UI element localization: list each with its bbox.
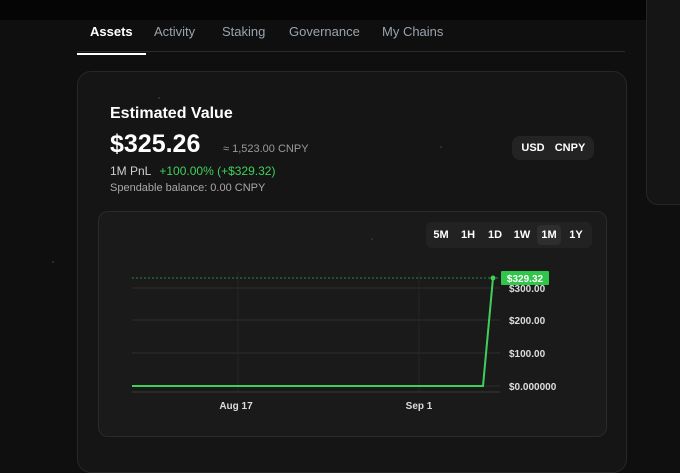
background-speck — [440, 146, 442, 148]
currency-toggle: USD CNPY — [512, 136, 594, 160]
side-panel — [646, 0, 680, 205]
grid — [132, 272, 500, 393]
pnl-label: 1M PnL — [110, 164, 152, 178]
top-bar — [0, 0, 680, 20]
series-line — [132, 277, 494, 387]
pnl-value: +100.00% (+$329.32) — [159, 164, 276, 178]
estimated-value: $325.26 — [110, 130, 201, 158]
card-title: Estimated Value — [110, 105, 233, 122]
tab-governance[interactable]: Governance — [289, 24, 360, 50]
background-speck — [371, 238, 373, 240]
last-value-tag: $329.32 — [501, 271, 549, 285]
x-tick-label: Aug 17 — [219, 401, 253, 412]
last-value-label: $329.32 — [507, 274, 544, 285]
spendable-balance: Spendable balance: 0.00 CNPY — [110, 182, 266, 194]
y-axis: $300.00 $200.00 $100.00 $0.000000 — [509, 284, 557, 393]
x-tick-label: Sep 1 — [406, 401, 433, 412]
background-speck — [158, 97, 160, 99]
y-tick-label: $200.00 — [509, 316, 546, 327]
cnpy-button[interactable]: CNPY — [552, 140, 588, 156]
approx-cnpy: ≈ 1,523.00 CNPY — [223, 143, 309, 155]
series-layer — [132, 275, 496, 387]
value-chart: $300.00 $200.00 $100.00 $0.000000 Aug 17… — [132, 271, 557, 412]
chart-card: 5M 1H 1D 1W 1M 1Y $300.00 $200.00 $100.0… — [98, 211, 607, 437]
tab-bar: Assets Activity Staking Governance My Ch… — [77, 20, 625, 55]
x-axis: Aug 17 Sep 1 — [219, 401, 432, 412]
tab-staking[interactable]: Staking — [222, 24, 265, 50]
pnl-row: 1M PnL +100.00% (+$329.32) — [110, 164, 275, 178]
tab-assets[interactable]: Assets — [77, 24, 146, 55]
y-tick-label: $100.00 — [509, 349, 546, 360]
last-point — [490, 275, 496, 281]
background-speck — [52, 261, 54, 263]
y-tick-label: $300.00 — [509, 284, 546, 295]
tab-my-chains[interactable]: My Chains — [382, 24, 443, 50]
estimated-value-card: Estimated Value $325.26 ≈ 1,523.00 CNPY … — [77, 71, 627, 473]
y-tick-label: $0.000000 — [509, 382, 557, 393]
usd-button[interactable]: USD — [519, 140, 547, 156]
tab-activity[interactable]: Activity — [154, 24, 195, 50]
